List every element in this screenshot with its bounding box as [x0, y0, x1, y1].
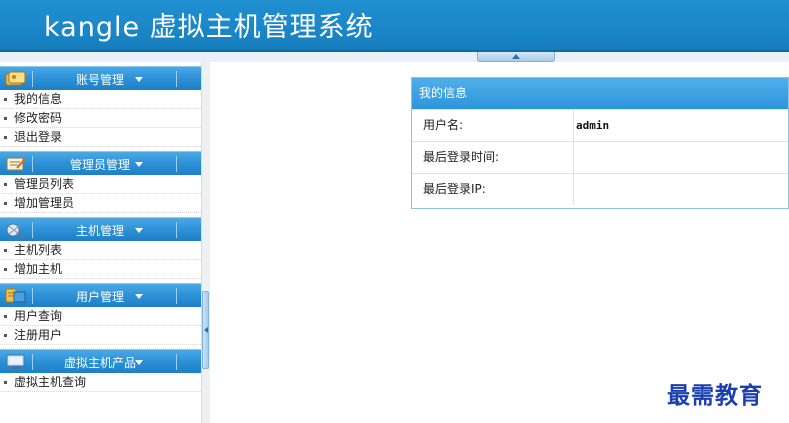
menu-item-label: 增加管理员 [14, 196, 75, 210]
panel-title: 我的信息 [412, 78, 788, 109]
my-info-panel: 我的信息 用户名: admin 最后登录时间: 最后登录IP: [411, 77, 789, 209]
menu-item-label: 退出登录 [14, 130, 63, 144]
chevron-down-icon [135, 228, 143, 233]
chevron-down-icon [135, 77, 143, 82]
info-label: 用户名: [412, 110, 574, 141]
sidebar-item-add-host[interactable]: 增加主机 [0, 260, 201, 279]
sidebar-section-host[interactable]: 主机管理 [0, 217, 201, 241]
menu-item-label: 增加主机 [14, 262, 63, 276]
bullet-icon [4, 334, 7, 337]
sidebar-section-product[interactable]: 虚拟主机产品 [0, 349, 201, 373]
section-separator [176, 71, 177, 87]
menu-item-label: 修改密码 [14, 111, 63, 125]
sidebar-item-add-admin[interactable]: 增加管理员 [0, 194, 201, 213]
sidebar-item-product-query[interactable]: 虚拟主机查询 [0, 373, 201, 392]
menu-item-label: 主机列表 [14, 243, 63, 257]
app-title: kangle 虚拟主机管理系统 [44, 12, 374, 43]
bullet-icon [4, 249, 7, 252]
bullet-icon [4, 136, 7, 139]
app-header: kangle 虚拟主机管理系统 [0, 0, 789, 52]
host-icon [6, 223, 25, 239]
collapse-sidebar-button[interactable] [202, 291, 209, 369]
bullet-icon [4, 268, 7, 271]
info-row-username: 用户名: admin [412, 109, 788, 141]
menu-item-label: 管理员列表 [14, 177, 75, 191]
info-row-last-login-time: 最后登录时间: [412, 141, 788, 173]
section-separator [176, 354, 177, 370]
chevron-left-icon [203, 327, 208, 333]
account-icon [5, 71, 26, 86]
product-icon [6, 354, 25, 369]
section-separator [176, 288, 177, 304]
info-label: 最后登录时间: [412, 142, 574, 173]
chevron-down-icon [135, 162, 143, 167]
sidebar-section-account[interactable]: 账号管理 [0, 66, 201, 90]
info-value [574, 142, 788, 173]
section-separator [32, 222, 33, 238]
menu-item-label: 虚拟主机查询 [14, 375, 87, 389]
sidebar-item-my-info[interactable]: 我的信息 [0, 90, 201, 109]
bullet-icon [4, 315, 7, 318]
info-label: 最后登录IP: [412, 174, 574, 205]
menu-item-label: 用户查询 [14, 309, 63, 323]
section-separator [32, 71, 33, 87]
section-separator [176, 222, 177, 238]
watermark: 最需教育 [667, 382, 763, 409]
info-value [574, 174, 788, 205]
bullet-icon [4, 117, 7, 120]
sidebar-item-host-list[interactable]: 主机列表 [0, 241, 201, 260]
main-content: 我的信息 用户名: admin 最后登录时间: 最后登录IP: [211, 62, 789, 423]
sidebar-section-admin[interactable]: 管理员管理 [0, 151, 201, 175]
collapse-header-button[interactable] [477, 52, 555, 62]
user-icon [5, 288, 26, 303]
menu-item-label: 我的信息 [14, 92, 63, 106]
chevron-down-icon [135, 360, 143, 365]
sidebar-item-user-query[interactable]: 用户查询 [0, 307, 201, 326]
bullet-icon [4, 98, 7, 101]
section-separator [32, 288, 33, 304]
sidebar: 账号管理 我的信息 修改密码 退出登录 管理员管理 管理员列表 增加管理员 主机… [0, 66, 201, 423]
section-separator [32, 156, 33, 172]
section-separator [176, 156, 177, 172]
info-row-last-login-ip: 最后登录IP: [412, 173, 788, 205]
sidebar-section-user[interactable]: 用户管理 [0, 283, 201, 307]
sidebar-item-register-user[interactable]: 注册用户 [0, 326, 201, 345]
header-collapse-bar [0, 52, 789, 62]
menu-item-label: 注册用户 [14, 328, 63, 342]
bullet-icon [4, 381, 7, 384]
info-value: admin [576, 119, 610, 132]
bullet-icon [4, 183, 7, 186]
admin-icon [6, 157, 26, 171]
chevron-down-icon [135, 294, 143, 299]
section-separator [32, 354, 33, 370]
sidebar-item-change-password[interactable]: 修改密码 [0, 109, 201, 128]
sidebar-item-admin-list[interactable]: 管理员列表 [0, 175, 201, 194]
sidebar-item-logout[interactable]: 退出登录 [0, 128, 201, 147]
chevron-up-icon [512, 54, 520, 59]
bullet-icon [4, 202, 7, 205]
